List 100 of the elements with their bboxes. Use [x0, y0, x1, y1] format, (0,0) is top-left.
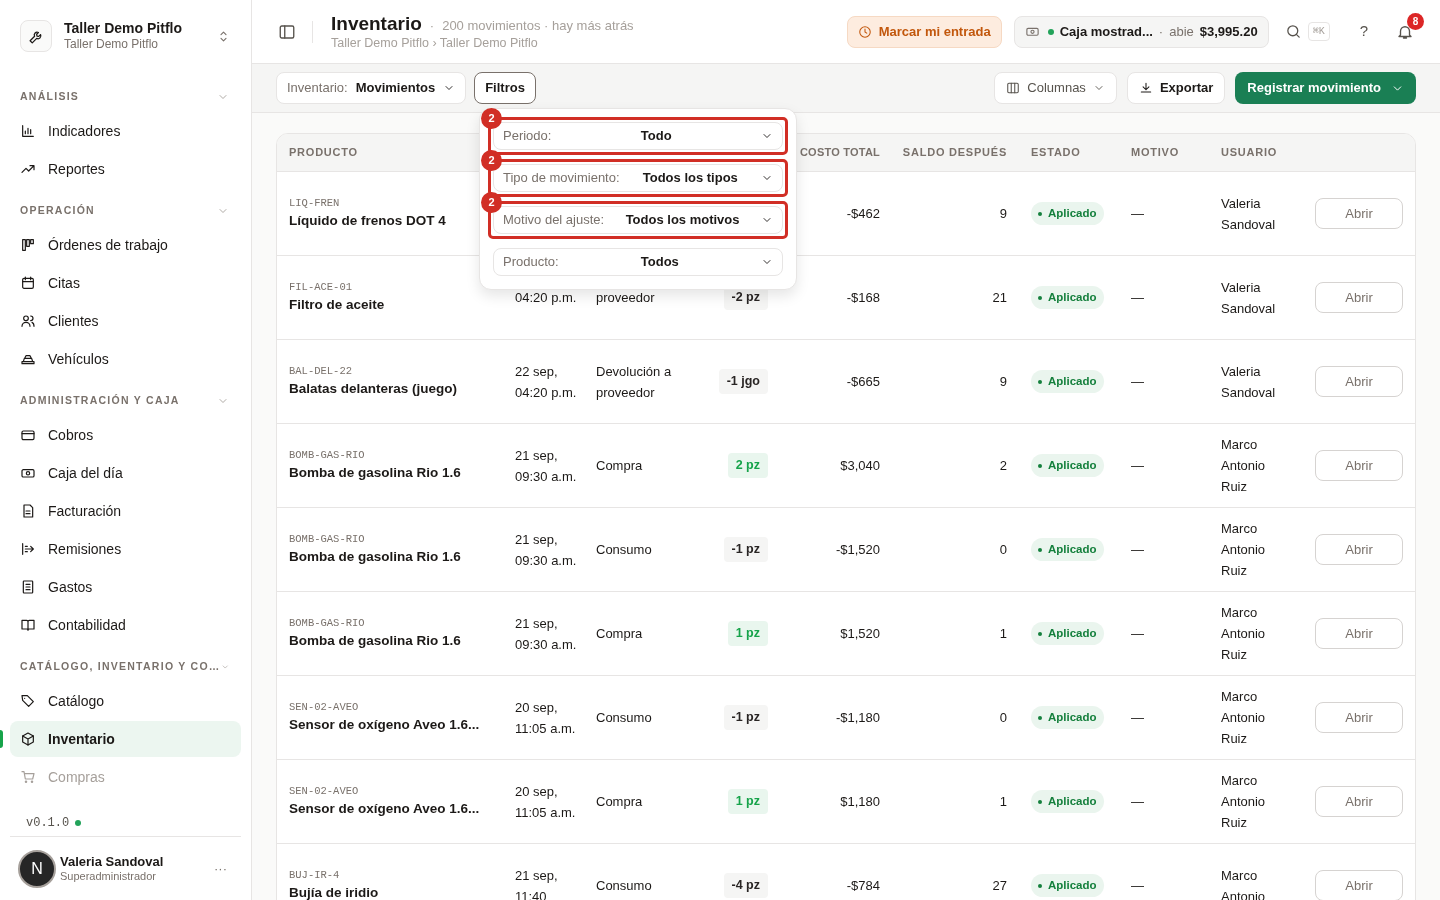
filter-select[interactable]: Periodo: Todo: [493, 122, 783, 150]
separator-dot: ·: [429, 17, 435, 35]
register-movement-button[interactable]: Registrar movimiento: [1235, 72, 1416, 104]
reason-cell-text: —: [1130, 372, 1145, 391]
open-button[interactable]: Abrir: [1315, 450, 1403, 481]
open-button[interactable]: Abrir: [1315, 618, 1403, 649]
nav-item[interactable]: Caja del día: [10, 455, 241, 491]
status-badge: Aplicado: [1031, 622, 1104, 646]
filters-button[interactable]: Filtros: [474, 72, 536, 104]
open-button[interactable]: Abrir: [1315, 366, 1403, 397]
box-icon: [20, 731, 36, 747]
nav-item[interactable]: Catálogo: [10, 683, 241, 719]
date-cell-text: 22 sep, 04:20 p.m.: [514, 362, 578, 402]
nav-item[interactable]: Reportes: [10, 151, 241, 187]
cost-cell-text: -$1,180: [835, 708, 880, 727]
type-cell-text: proveedor: [595, 289, 656, 307]
workspace-name: Taller Demo Pitflo: [64, 19, 183, 38]
open-button[interactable]: Abrir: [1315, 282, 1403, 313]
section-title: ADMINISTRACIÓN Y CAJA: [20, 393, 180, 409]
view-select[interactable]: Inventario: Movimientos: [276, 72, 467, 104]
filter-select[interactable]: Motivo del ajuste: Todos los motivos: [493, 206, 783, 234]
nav-item[interactable]: Facturación: [10, 493, 241, 529]
reason-cell-text: —: [1130, 708, 1145, 727]
clock-in-button[interactable]: Marcar mi entrada: [846, 15, 1002, 48]
list-icon: [20, 579, 36, 595]
product-name: Sensor de oxígeno Aveo 1.6...: [289, 716, 480, 735]
column-header: MOTIVO: [1131, 145, 1179, 161]
help-button[interactable]: ?: [1359, 20, 1368, 43]
cash-register-button[interactable]: Caja mostrad... · abie $3,995.20: [1013, 15, 1269, 48]
search-icon: [1284, 23, 1302, 40]
date-cell-text: 21 sep, 09:30 a.m.: [514, 614, 578, 654]
balance-cell-text: 21: [992, 288, 1007, 307]
product-name: Sensor de oxígeno Aveo 1.6...: [289, 800, 480, 819]
column-header: SALDO DESPUÉS: [902, 145, 1007, 161]
open-button[interactable]: Abrir: [1315, 534, 1403, 565]
open-button[interactable]: Abrir: [1315, 786, 1403, 817]
export-icon: [20, 541, 36, 557]
filter-value: Todos los tipos: [641, 169, 739, 188]
date-cell-text: 20 sep, 11:05 a.m.: [514, 698, 577, 738]
cart-icon: [20, 769, 36, 785]
quantity-badge: -1 pz: [723, 537, 768, 562]
section-title: CATÁLOGO, INVENTARIO Y CO…: [20, 659, 221, 675]
date-cell-text: 20 sep, 11:05 a.m.: [514, 782, 577, 822]
filter-select[interactable]: Producto: Todos: [493, 248, 783, 276]
document-icon: [20, 503, 36, 519]
card-icon: [20, 427, 36, 443]
status-badge: Aplicado: [1031, 790, 1104, 814]
cost-cell-text: $1,180: [840, 792, 880, 811]
columns-button[interactable]: Columnas: [994, 72, 1117, 104]
open-button[interactable]: Abrir: [1315, 198, 1403, 229]
column-header: ESTADO: [1031, 145, 1081, 161]
balance-cell-text: 0: [999, 708, 1007, 727]
export-button[interactable]: Exportar: [1126, 72, 1226, 104]
product-sku: LIQ-FREN: [289, 195, 340, 211]
user-cell-text: Marco Antonio Ruiz: [1220, 772, 1267, 832]
user-cell-text: Valeria Sandoval: [1220, 278, 1277, 318]
column-header: PRODUCTO: [289, 145, 358, 161]
download-icon: [1138, 81, 1153, 95]
annotation-badge: 2: [481, 108, 502, 129]
nav-item[interactable]: Contabilidad: [10, 607, 241, 643]
open-button[interactable]: Abrir: [1315, 702, 1403, 733]
filter-label: Tipo de movimiento:: [503, 169, 620, 188]
nav-item[interactable]: Cobros: [10, 417, 241, 453]
tag-icon: [20, 693, 36, 709]
nav-item[interactable]: Citas: [10, 265, 241, 301]
status-badge: Aplicado: [1031, 874, 1104, 898]
balance-cell-text: 1: [999, 624, 1007, 643]
nav-item[interactable]: Clientes: [10, 303, 241, 339]
nav-item[interactable]: Gastos: [10, 569, 241, 605]
product-sku: BOMB-GAS-RIO: [289, 531, 365, 547]
date-cell-text: 21 sep, 11:40: [514, 866, 559, 900]
cost-cell-text: -$1,520: [835, 540, 880, 559]
quantity-badge: -1 jgo: [718, 369, 768, 394]
quantity-badge: 2 pz: [727, 453, 768, 478]
notification-badge: 8: [1407, 12, 1424, 30]
nav-item[interactable]: Órdenes de trabajo: [10, 227, 241, 263]
nav-item[interactable]: Remisiones: [10, 531, 241, 567]
product-sku: SEN-02-AVEO: [289, 699, 359, 715]
type-cell-text: Consumo: [595, 709, 653, 727]
filter-label: Motivo del ajuste:: [503, 211, 605, 230]
type-cell-text: Consumo: [595, 541, 653, 559]
nav-item[interactable]: Indicadores: [10, 113, 241, 149]
cost-cell-text: -$462: [846, 204, 880, 223]
register-state: abie: [1169, 22, 1194, 41]
nav-item[interactable]: Vehículos: [10, 341, 241, 377]
page-summary: 200 movimientos · hay más atrás: [442, 17, 634, 35]
product-sku: BUJ-IR-4: [289, 867, 340, 883]
product-sku: BOMB-GAS-RIO: [289, 615, 365, 631]
sidebar-toggle[interactable]: [278, 22, 296, 41]
register-amount: $3,995.20: [1199, 22, 1258, 41]
more-button[interactable]: ···: [208, 858, 233, 879]
cost-cell-text: $3,040: [840, 456, 880, 475]
view-select-label: Inventario:: [287, 79, 348, 98]
user-name: Valeria Sandoval: [60, 853, 165, 870]
date-cell-text: 21 sep, 09:30 a.m.: [514, 446, 578, 486]
nav-item[interactable]: Inventario: [10, 721, 241, 757]
status-badge: Aplicado: [1031, 286, 1104, 310]
filter-select[interactable]: Tipo de movimiento: Todos los tipos: [493, 164, 783, 192]
calendar-icon: [20, 275, 36, 291]
search-button[interactable]: [1284, 23, 1302, 40]
